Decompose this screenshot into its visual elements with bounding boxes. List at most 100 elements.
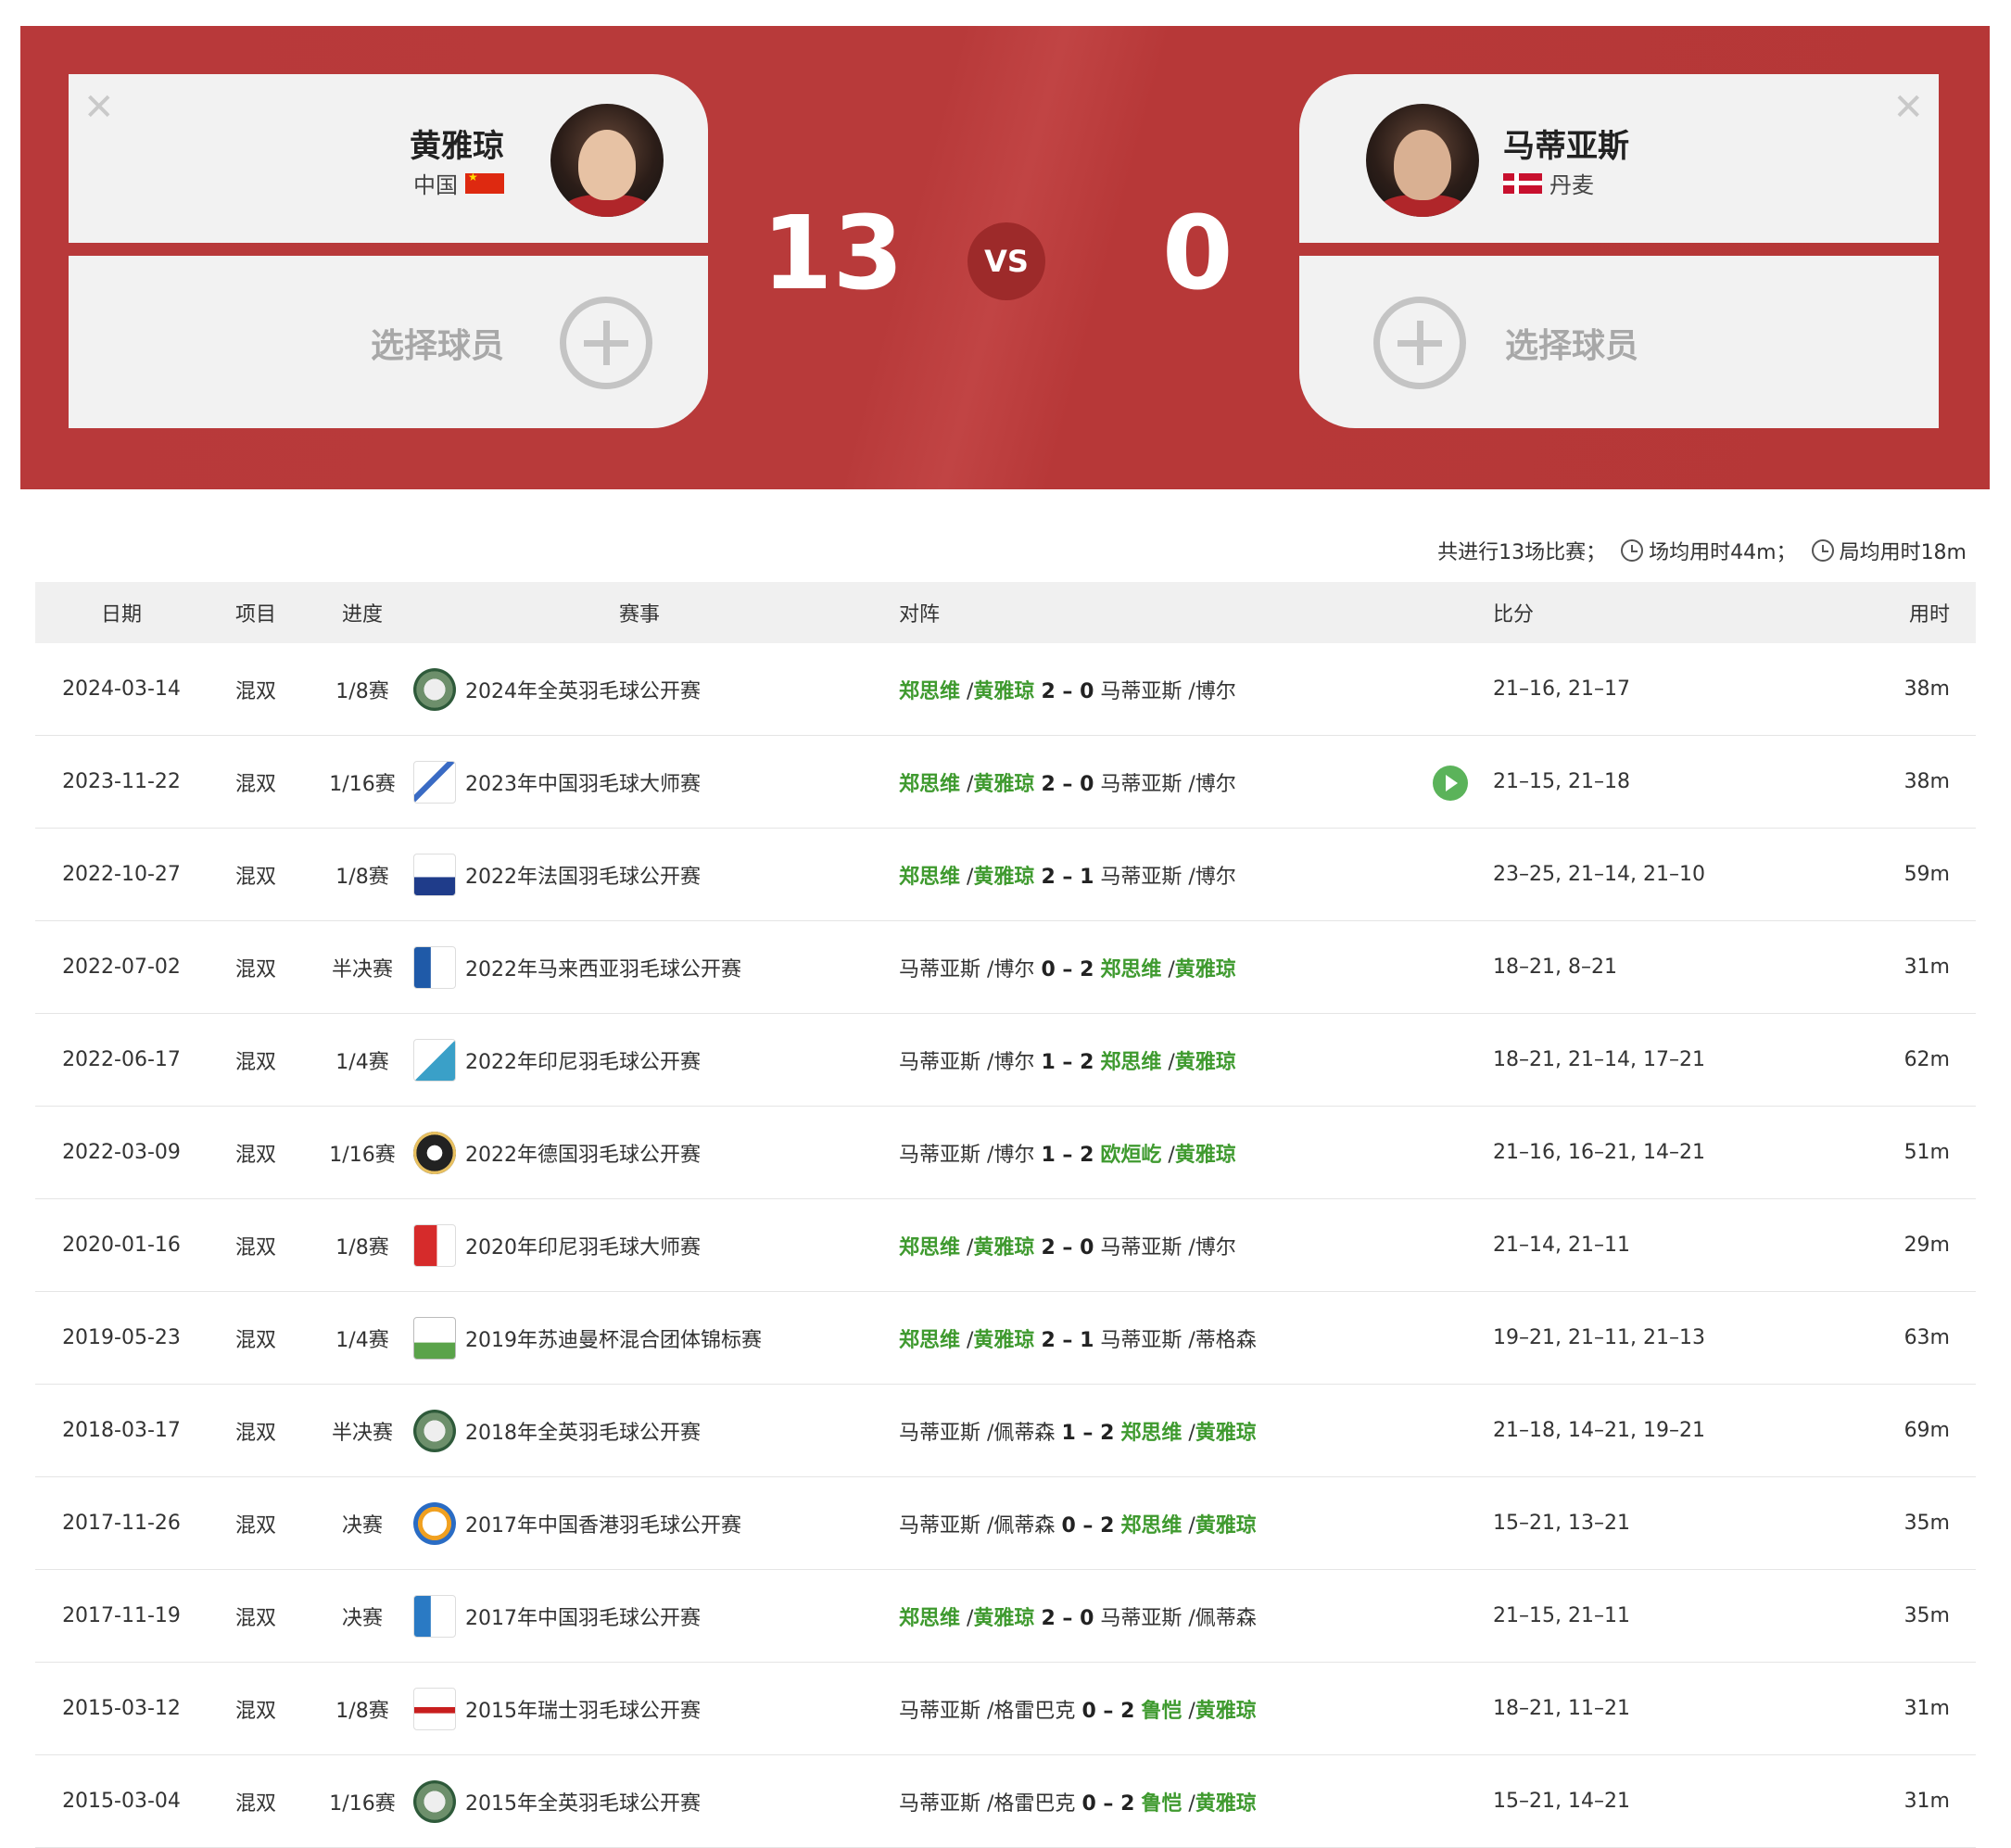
player-link[interactable]: 郑思维 xyxy=(899,1236,960,1259)
tournament-name[interactable]: 2022年马来西亚羽毛球公开赛 xyxy=(465,953,741,982)
player-link[interactable]: 郑思维 xyxy=(1120,1514,1182,1538)
player-link[interactable]: 黄雅琼 xyxy=(1195,1792,1257,1816)
player-link[interactable]: 佩蒂森 xyxy=(993,1514,1055,1538)
tournament-name[interactable]: 2023年中国羽毛球大师赛 xyxy=(465,767,701,797)
add-player-icon[interactable] xyxy=(1373,297,1466,389)
player-link[interactable]: 黄雅琼 xyxy=(1195,1514,1257,1538)
player-link[interactable]: 格雷巴克 xyxy=(993,1792,1075,1816)
player-link[interactable]: 郑思维 xyxy=(899,1607,960,1630)
player-link[interactable]: 马蒂亚斯 xyxy=(899,1700,980,1723)
player-link[interactable]: 黄雅琼 xyxy=(1175,1144,1236,1167)
table-row[interactable]: 2022-07-02 混双 半决赛 2022年马来西亚羽毛球公开赛 马蒂亚斯 /博尔 0… xyxy=(35,921,1976,1014)
table-row[interactable]: 2015-03-04 混双 1/16赛 2015年全英羽毛球公开赛 马蒂亚斯 /格雷巴克… xyxy=(35,1755,1976,1848)
player-link[interactable]: 马蒂亚斯 xyxy=(899,1514,980,1538)
tournament-cell[interactable]: 2018年全英羽毛球公开赛 xyxy=(413,1409,701,1452)
player-link[interactable]: 黄雅琼 xyxy=(1175,958,1236,981)
table-row[interactable]: 2015-03-12 混双 1/8赛 2015年瑞士羽毛球公开赛 马蒂亚斯 /格雷巴克 … xyxy=(35,1663,1976,1755)
player-link[interactable]: 黄雅琼 xyxy=(973,866,1034,889)
player-link[interactable]: 博尔 xyxy=(993,958,1034,981)
table-row[interactable]: 2017-11-19 混双 决赛 2017年中国羽毛球公开赛 郑思维 /黄雅琼 2 – … xyxy=(35,1570,1976,1663)
player-link[interactable]: 郑思维 xyxy=(899,1329,960,1352)
player-link[interactable]: 黄雅琼 xyxy=(1195,1422,1257,1445)
close-icon[interactable]: ✕ xyxy=(83,89,115,126)
player-link[interactable]: 博尔 xyxy=(1195,866,1236,889)
player-link[interactable]: 马蒂亚斯 xyxy=(1100,680,1182,703)
player-link[interactable]: 马蒂亚斯 xyxy=(1100,773,1182,796)
tournament-cell[interactable]: 2015年全英羽毛球公开赛 xyxy=(413,1779,701,1823)
player-link[interactable]: 黄雅琼 xyxy=(1195,1700,1257,1723)
table-row[interactable]: 2022-03-09 混双 1/16赛 2022年德国羽毛球公开赛 马蒂亚斯 /博尔 1… xyxy=(35,1107,1976,1199)
player-link[interactable]: 格雷巴克 xyxy=(993,1700,1075,1723)
right-player-card[interactable]: ✕ 马蒂亚斯 丹麦 xyxy=(1299,74,1939,243)
player-link[interactable]: 黄雅琼 xyxy=(973,1236,1034,1259)
right-partner-slot[interactable]: 选择球员 xyxy=(1299,256,1939,428)
tournament-name[interactable]: 2024年全英羽毛球公开赛 xyxy=(465,675,701,704)
player-link[interactable]: 博尔 xyxy=(1195,1236,1236,1259)
tournament-cell[interactable]: 2020年印尼羽毛球大师赛 xyxy=(413,1223,701,1267)
player-link[interactable]: 马蒂亚斯 xyxy=(899,1792,980,1816)
tournament-name[interactable]: 2019年苏迪曼杯混合团体锦标赛 xyxy=(465,1323,762,1353)
table-row[interactable]: 2019-05-23 混双 1/4赛 2019年苏迪曼杯混合团体锦标赛 郑思维 /黄雅琼… xyxy=(35,1292,1976,1385)
player-link[interactable]: 郑思维 xyxy=(899,773,960,796)
player-link[interactable]: 鲁恺 xyxy=(1141,1792,1182,1816)
player-link[interactable]: 马蒂亚斯 xyxy=(1100,1329,1182,1352)
player-link[interactable]: 郑思维 xyxy=(1100,958,1161,981)
tournament-name[interactable]: 2022年印尼羽毛球公开赛 xyxy=(465,1045,701,1075)
close-icon[interactable]: ✕ xyxy=(1892,89,1924,126)
player-link[interactable]: 黄雅琼 xyxy=(1175,1051,1236,1074)
tournament-name[interactable]: 2015年全英羽毛球公开赛 xyxy=(465,1787,701,1816)
player-link[interactable]: 博尔 xyxy=(993,1144,1034,1167)
table-row[interactable]: 2017-11-26 混双 决赛 2017年中国香港羽毛球公开赛 马蒂亚斯 /佩蒂森 0… xyxy=(35,1477,1976,1570)
player-link[interactable]: 郑思维 xyxy=(899,680,960,703)
left-partner-slot[interactable]: 选择球员 xyxy=(69,256,708,428)
tournament-name[interactable]: 2017年中国香港羽毛球公开赛 xyxy=(465,1509,741,1538)
player-link[interactable]: 马蒂亚斯 xyxy=(1100,1607,1182,1630)
tournament-cell[interactable]: 2024年全英羽毛球公开赛 xyxy=(413,667,701,711)
table-row[interactable]: 2022-10-27 混双 1/8赛 2022年法国羽毛球公开赛 郑思维 /黄雅琼 2 … xyxy=(35,829,1976,921)
tournament-cell[interactable]: 2022年德国羽毛球公开赛 xyxy=(413,1131,701,1174)
player-link[interactable]: 黄雅琼 xyxy=(973,1329,1034,1352)
player-link[interactable]: 黄雅琼 xyxy=(973,773,1034,796)
tournament-cell[interactable]: 2022年马来西亚羽毛球公开赛 xyxy=(413,945,741,989)
tournament-cell[interactable]: 2022年法国羽毛球公开赛 xyxy=(413,853,701,896)
player-link[interactable]: 佩蒂森 xyxy=(993,1422,1055,1445)
player-link[interactable]: 蒂格森 xyxy=(1195,1329,1257,1352)
player-link[interactable]: 马蒂亚斯 xyxy=(899,1051,980,1074)
player-link[interactable]: 博尔 xyxy=(1195,680,1236,703)
table-row[interactable]: 2024-03-14 混双 1/8赛 2024年全英羽毛球公开赛 郑思维 /黄雅琼 2 … xyxy=(35,643,1976,736)
player-link[interactable]: 郑思维 xyxy=(1100,1051,1161,1074)
tournament-name[interactable]: 2017年中国羽毛球公开赛 xyxy=(465,1601,701,1631)
player-link[interactable]: 欧烜屹 xyxy=(1100,1144,1161,1167)
player-link[interactable]: 马蒂亚斯 xyxy=(899,1144,980,1167)
tournament-name[interactable]: 2022年德国羽毛球公开赛 xyxy=(465,1138,701,1168)
table-row[interactable]: 2018-03-17 混双 半决赛 2018年全英羽毛球公开赛 马蒂亚斯 /佩蒂森 1 … xyxy=(35,1385,1976,1477)
table-row[interactable]: 2023-11-22 混双 1/16赛 2023年中国羽毛球大师赛 郑思维 /黄雅琼 2… xyxy=(35,736,1976,829)
player-link[interactable]: 马蒂亚斯 xyxy=(899,958,980,981)
play-video-icon[interactable] xyxy=(1433,766,1468,801)
tournament-name[interactable]: 2018年全英羽毛球公开赛 xyxy=(465,1416,701,1446)
player-link[interactable]: 鲁恺 xyxy=(1141,1700,1182,1723)
add-player-icon[interactable] xyxy=(560,297,652,389)
tournament-name[interactable]: 2020年印尼羽毛球大师赛 xyxy=(465,1231,701,1260)
tournament-cell[interactable]: 2017年中国羽毛球公开赛 xyxy=(413,1594,701,1638)
left-player-card[interactable]: ✕ 黄雅琼 中国 xyxy=(69,74,708,243)
tournament-cell[interactable]: 2023年中国羽毛球大师赛 xyxy=(413,760,701,804)
tournament-name[interactable]: 2015年瑞士羽毛球公开赛 xyxy=(465,1694,701,1724)
tournament-name[interactable]: 2022年法国羽毛球公开赛 xyxy=(465,860,701,890)
player-link[interactable]: 佩蒂森 xyxy=(1195,1607,1257,1630)
player-link[interactable]: 马蒂亚斯 xyxy=(1100,866,1182,889)
player-link[interactable]: 马蒂亚斯 xyxy=(1100,1236,1182,1259)
player-link[interactable]: 博尔 xyxy=(993,1051,1034,1074)
player-link[interactable]: 黄雅琼 xyxy=(973,1607,1034,1630)
player-link[interactable]: 郑思维 xyxy=(899,866,960,889)
tournament-cell[interactable]: 2019年苏迪曼杯混合团体锦标赛 xyxy=(413,1316,762,1360)
table-row[interactable]: 2022-06-17 混双 1/4赛 2022年印尼羽毛球公开赛 马蒂亚斯 /博尔 1 … xyxy=(35,1014,1976,1107)
tournament-cell[interactable]: 2022年印尼羽毛球公开赛 xyxy=(413,1038,701,1082)
tournament-cell[interactable]: 2017年中国香港羽毛球公开赛 xyxy=(413,1501,741,1545)
tournament-cell[interactable]: 2015年瑞士羽毛球公开赛 xyxy=(413,1687,701,1730)
player-link[interactable]: 郑思维 xyxy=(1120,1422,1182,1445)
player-link[interactable]: 博尔 xyxy=(1195,773,1236,796)
table-row[interactable]: 2020-01-16 混双 1/8赛 2020年印尼羽毛球大师赛 郑思维 /黄雅琼 2 … xyxy=(35,1199,1976,1292)
player-link[interactable]: 黄雅琼 xyxy=(973,680,1034,703)
player-link[interactable]: 马蒂亚斯 xyxy=(899,1422,980,1445)
